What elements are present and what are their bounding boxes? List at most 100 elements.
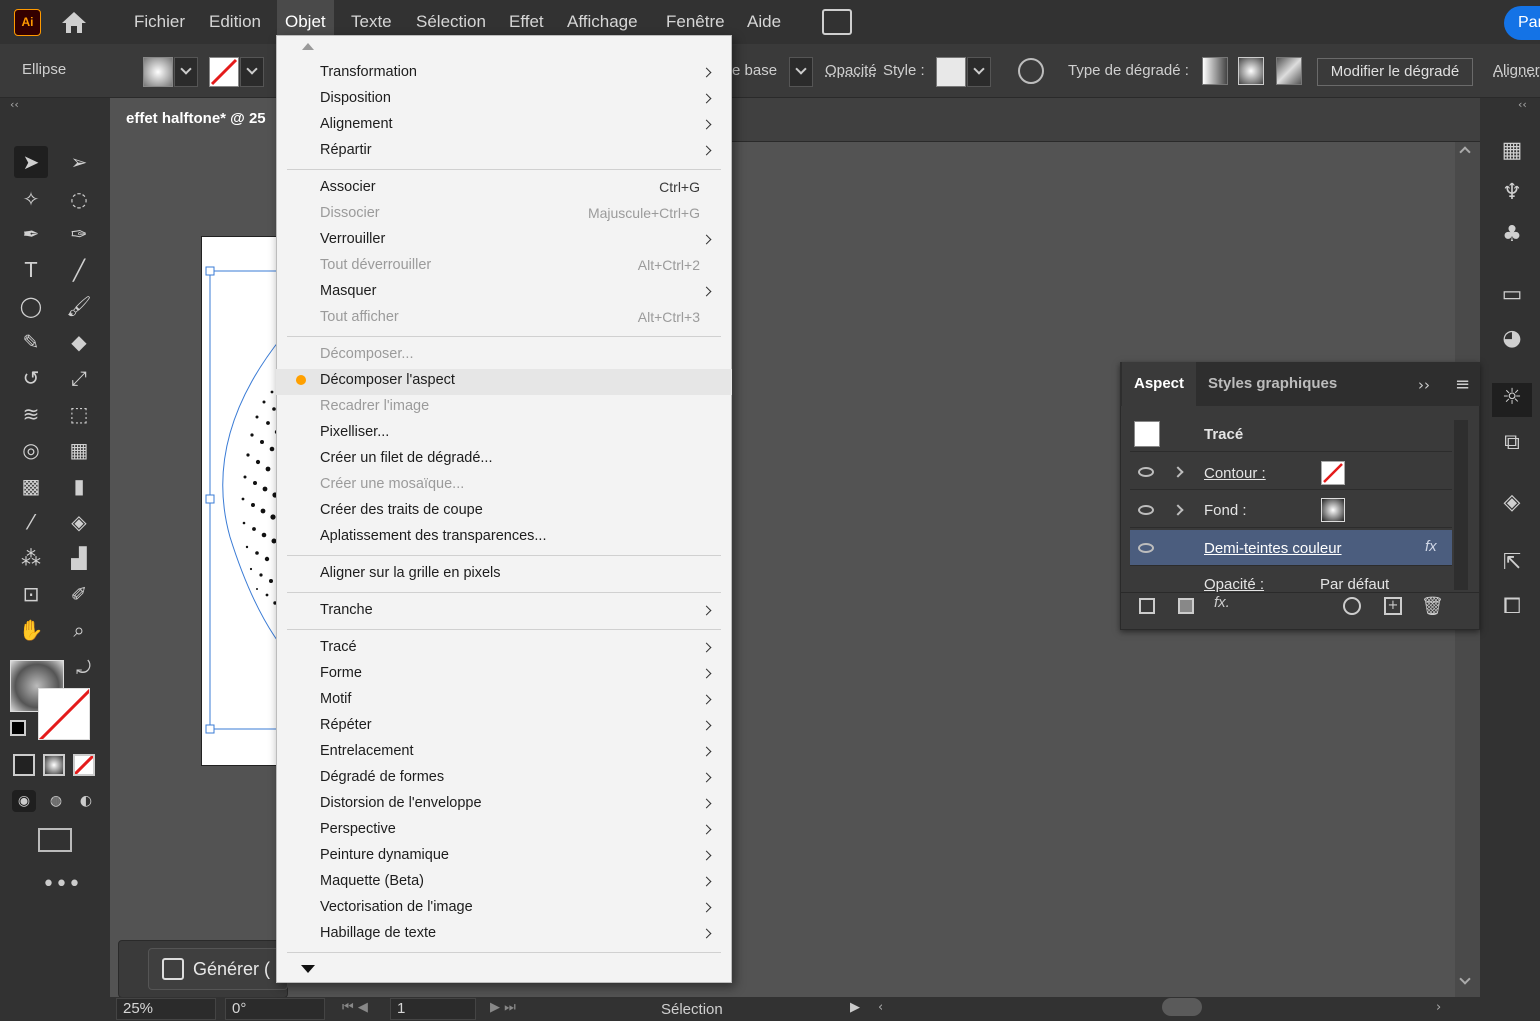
clear-appearance-icon[interactable] (1343, 597, 1361, 615)
panel-scrollbar[interactable] (1454, 420, 1468, 590)
menu-item-decomposer-aspect[interactable]: Décomposer l'aspect (276, 369, 732, 395)
gradient-mode-icon[interactable] (43, 754, 65, 776)
align-link[interactable]: Aligner (1493, 62, 1540, 79)
menu-scroll-up-icon[interactable] (302, 43, 314, 50)
paintbrush-tool-icon[interactable]: 🖌 (62, 290, 96, 322)
menu-item-alignement[interactable]: Alignement (276, 113, 732, 139)
visibility-eye-icon[interactable] (1138, 467, 1154, 477)
recolor-icon[interactable] (1018, 58, 1044, 84)
menu-item-associer[interactable]: Associer Ctrl+G (276, 176, 732, 202)
status-menu-icon[interactable]: ▶ (850, 1000, 860, 1015)
add-effect-icon[interactable]: fx. (1214, 594, 1230, 611)
export-icon[interactable]: ⇱ (1497, 548, 1527, 578)
next-artboard-icon[interactable]: ▶ ⏭ (490, 1000, 516, 1015)
ellipse-tool-icon[interactable]: ◯ (14, 290, 48, 322)
menu-item-verrouiller[interactable]: Verrouiller (276, 228, 732, 254)
menu-item-aplatissement[interactable]: Aplatissement des transparences... (276, 525, 732, 551)
menu-item-entrelacement[interactable]: Entrelacement (276, 740, 732, 766)
edit-gradient-button[interactable]: Modifier le dégradé (1317, 58, 1473, 86)
color-mode-icon[interactable] (13, 754, 35, 776)
swap-colors-icon[interactable]: ⤾ (76, 658, 91, 679)
share-button[interactable]: Par (1504, 6, 1540, 40)
blend-tool-icon[interactable]: ◈ (62, 506, 96, 538)
draw-inside-icon[interactable]: ◐ (74, 790, 98, 812)
visibility-eye-icon[interactable] (1138, 505, 1154, 515)
collapse-toolbar-icon[interactable]: ‹‹ (10, 98, 19, 111)
graphic-styles-icon[interactable]: ⧉ (1497, 428, 1527, 458)
shaper-tool-icon[interactable]: ✎ (14, 326, 48, 358)
type-tool-icon[interactable]: T (14, 254, 48, 286)
line-tool-icon[interactable]: ╱ (62, 254, 96, 286)
opacity-row[interactable]: Opacité : Par défaut (1130, 568, 1452, 592)
opacity-link[interactable]: Opacité (825, 62, 877, 79)
menu-item-pixelliser[interactable]: Pixelliser... (276, 421, 732, 447)
menu-item-trace[interactable]: Tracé (276, 636, 732, 662)
magic-wand-tool-icon[interactable]: ✧ (14, 183, 48, 215)
expand-dock-icon[interactable]: ‹‹ (1518, 98, 1527, 111)
stroke-link[interactable]: Contour : (1204, 465, 1266, 482)
menu-item-maquette[interactable]: Maquette (Beta) (276, 870, 732, 896)
graphic-style-dropdown[interactable] (967, 57, 991, 87)
gradient-panel-icon[interactable]: ▭ (1497, 280, 1527, 310)
brush-dropdown[interactable] (789, 57, 813, 87)
collapse-panel-icon[interactable]: ›› (1418, 376, 1430, 394)
menu-item-disposition[interactable]: Disposition (276, 87, 732, 113)
first-artboard-icon[interactable]: ⏮ ◀ (342, 1000, 368, 1015)
appearance-panel-icon[interactable]: ☼ (1492, 383, 1532, 417)
slice-tool-icon[interactable]: ✐ (62, 578, 96, 610)
warp-tool-icon[interactable]: ≋ (14, 398, 48, 430)
stroke-color-box[interactable] (38, 688, 90, 740)
mesh-tool-icon[interactable]: ▩ (14, 470, 48, 502)
menu-scroll-down-icon[interactable] (301, 965, 315, 973)
free-transform-tool-icon[interactable]: ⬚ (62, 398, 96, 430)
horizontal-scroll-thumb[interactable] (1162, 998, 1202, 1016)
menu-item-motif[interactable]: Motif (276, 688, 732, 714)
symbols-icon[interactable]: ♆ (1497, 178, 1527, 208)
default-colors-icon[interactable] (10, 720, 26, 736)
add-fill-icon[interactable] (1178, 598, 1194, 614)
menu-item-repeter[interactable]: Répéter (276, 714, 732, 740)
selection-tool-icon[interactable]: ➤ (14, 146, 48, 178)
freeform-gradient-button[interactable] (1276, 57, 1302, 85)
symbol-sprayer-tool-icon[interactable]: ⁂ (14, 542, 48, 574)
menu-item-repartir[interactable]: Répartir (276, 139, 732, 165)
menu-item-distorsion-enveloppe[interactable]: Distorsion de l'enveloppe (276, 792, 732, 818)
menu-item-filet-degrade[interactable]: Créer un filet de dégradé... (276, 447, 732, 473)
effect-link[interactable]: Demi-teintes couleur (1204, 540, 1342, 557)
duplicate-item-icon[interactable]: + (1384, 597, 1402, 615)
zoom-field[interactable]: 25% (116, 998, 216, 1020)
delete-item-icon[interactable]: 🗑 (1421, 596, 1444, 617)
fill-dropdown[interactable] (174, 57, 198, 87)
artboard-tool-icon[interactable]: ⊡ (14, 578, 48, 610)
menu-item-masquer[interactable]: Masquer (276, 280, 732, 306)
perspective-grid-tool-icon[interactable]: ▦ (62, 434, 96, 466)
menu-item-perspective[interactable]: Perspective (276, 818, 732, 844)
menu-item-peinture-dynamique[interactable]: Peinture dynamique (276, 844, 732, 870)
home-icon[interactable] (60, 10, 88, 34)
stroke-swatch[interactable] (1321, 461, 1345, 485)
menu-item-transformation[interactable]: Transformation (276, 61, 732, 87)
menu-item-forme[interactable]: Forme (276, 662, 732, 688)
gradient-tool-icon[interactable]: ▮ (62, 470, 96, 502)
pen-tool-icon[interactable]: ✒ (14, 218, 48, 250)
shape-builder-tool-icon[interactable]: ◎ (14, 434, 48, 466)
eyedropper-tool-icon[interactable]: ⁄ (14, 506, 48, 538)
menu-item-tranche[interactable]: Tranche (276, 599, 732, 625)
tab-styles-graphiques[interactable]: Styles graphiques (1196, 362, 1349, 406)
curvature-tool-icon[interactable]: ✑ (62, 218, 96, 250)
graphic-style-swatch[interactable] (936, 57, 966, 87)
layers-icon[interactable]: ◈ (1497, 488, 1527, 518)
panel-menu-icon[interactable]: ≡ (1455, 374, 1470, 395)
more-tools-icon[interactable]: ••• (42, 872, 81, 897)
hscroll-left-icon[interactable]: ‹ (878, 1000, 883, 1015)
radial-gradient-button[interactable] (1238, 57, 1264, 85)
tab-aspect[interactable]: Aspect (1122, 362, 1197, 406)
club-symbol-icon[interactable]: ♣ (1497, 220, 1527, 250)
menu-item-habillage-texte[interactable]: Habillage de texte (276, 922, 732, 948)
linear-gradient-button[interactable] (1202, 57, 1228, 85)
transparency-panel-icon[interactable]: ◕ (1497, 324, 1527, 354)
menu-fichier[interactable]: Fichier (126, 0, 193, 44)
graph-tool-icon[interactable]: ▟ (62, 542, 96, 574)
scale-tool-icon[interactable]: ⤢ (62, 362, 96, 394)
direct-selection-tool-icon[interactable]: ➢ (62, 146, 96, 178)
